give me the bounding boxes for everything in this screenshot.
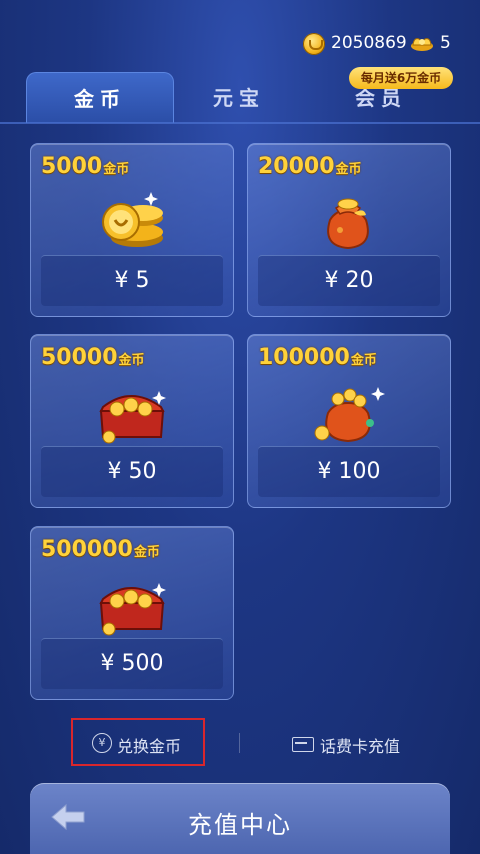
product-card-20000[interactable]: 20000金币 ¥ 20	[247, 143, 451, 317]
product-card-500000[interactable]: 500000金币 ¥ 500	[30, 526, 234, 700]
exchange-coins-button[interactable]: ¥ 兑换金币	[71, 718, 205, 766]
coin-stack-icon	[102, 192, 163, 247]
top-status-bar: 2050869 5	[0, 0, 480, 66]
treasure-chest-icon	[99, 391, 166, 444]
price-label: ¥ 50	[107, 459, 157, 484]
price-label: ¥ 100	[317, 459, 381, 484]
tab-ingots[interactable]: 元宝	[174, 72, 304, 122]
product-card-100000[interactable]: 100000金币 ¥ 100	[247, 334, 451, 508]
price-label: ¥ 500	[100, 651, 164, 676]
page-title: 充值中心	[188, 811, 292, 839]
ingot-balance: 5	[440, 33, 451, 53]
card-icon	[292, 737, 314, 752]
gold-coin-icon	[303, 33, 325, 55]
card-title: 50000金币	[41, 345, 145, 370]
price-bar: ¥ 5	[41, 255, 223, 306]
gold-ingot-icon	[411, 38, 433, 51]
coin-balance: 2050869	[331, 33, 407, 53]
product-card-50000[interactable]: 50000金币 ¥ 50	[30, 334, 234, 508]
exchange-coins-label: 兑换金币	[117, 737, 182, 756]
yuan-exchange-icon: ¥	[92, 733, 112, 753]
card-title: 5000金币	[41, 154, 130, 179]
price-bar: ¥ 500	[41, 638, 223, 689]
footer-divider	[239, 733, 240, 753]
price-bar: ¥ 100	[258, 446, 440, 497]
card-title: 100000金币	[258, 345, 377, 370]
treasure-chest-icon	[99, 583, 166, 636]
membership-promo-badge: 每月送6万金币	[349, 67, 453, 89]
price-bar: ¥ 20	[258, 255, 440, 306]
money-bag-icon	[327, 198, 369, 250]
tab-divider	[0, 122, 480, 124]
tab-coins[interactable]: 金币	[26, 72, 174, 123]
bottom-title-bar: 充值中心	[30, 783, 450, 854]
card-title: 500000金币	[41, 537, 160, 562]
price-label: ¥ 5	[114, 268, 150, 293]
big-money-bag-icon	[314, 387, 385, 443]
card-title: 20000金币	[258, 154, 362, 179]
product-card-5000[interactable]: 5000金币 ¥ 5	[30, 143, 234, 317]
price-label: ¥ 20	[324, 268, 374, 293]
price-bar: ¥ 50	[41, 446, 223, 497]
phone-card-recharge-label: 话费卡充值	[320, 737, 401, 756]
